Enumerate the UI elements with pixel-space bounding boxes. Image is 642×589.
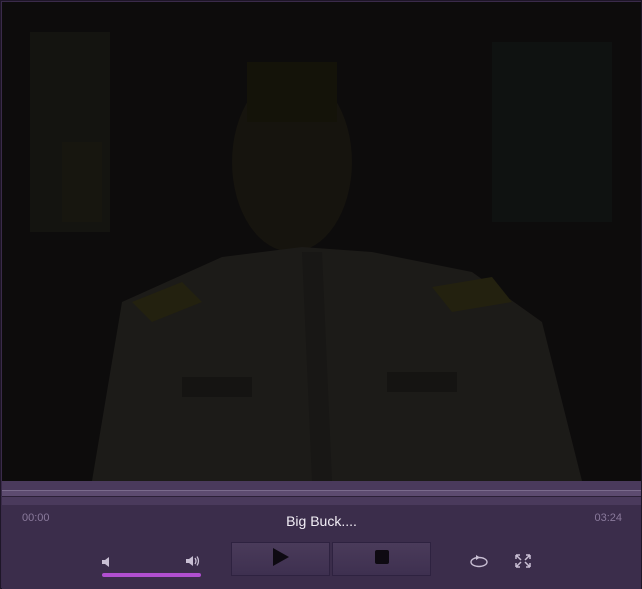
- time-total: 03:24: [594, 512, 622, 524]
- volume-slider[interactable]: [102, 573, 201, 577]
- speaker-volume-icon[interactable]: [185, 554, 201, 573]
- seek-bar[interactable]: [2, 481, 641, 505]
- playback-buttons: [231, 542, 431, 576]
- play-button[interactable]: [231, 542, 330, 576]
- track-title: Big Buck....: [286, 513, 357, 529]
- stop-button[interactable]: [332, 542, 431, 576]
- stop-icon: [374, 549, 390, 570]
- volume-slider-fill: [102, 573, 201, 577]
- video-frame[interactable]: [2, 2, 641, 481]
- control-panel: 00:00 Big Buck.... 03:24: [2, 505, 641, 589]
- loop-icon[interactable]: [469, 554, 489, 573]
- video-frame-image: [2, 2, 641, 481]
- seek-track[interactable]: [2, 490, 641, 497]
- speaker-mute-icon[interactable]: [101, 555, 113, 573]
- fullscreen-icon[interactable]: [515, 554, 531, 573]
- play-icon: [272, 547, 290, 572]
- video-player: 00:00 Big Buck.... 03:24: [0, 0, 642, 589]
